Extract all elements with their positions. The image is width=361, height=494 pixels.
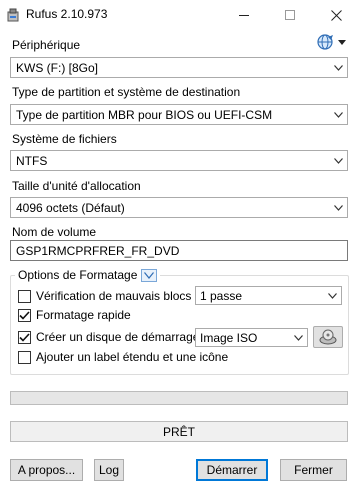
- cluster-select-value: 4096 octets (Défaut): [16, 200, 125, 215]
- partition-select-value: Type de partition MBR pour BIOS ou UEFI-…: [16, 107, 273, 122]
- globe-icon: [317, 34, 333, 50]
- boot-type-value: Image ISO: [200, 330, 258, 345]
- cluster-label: Taille d'unité d'allocation: [12, 179, 141, 193]
- bad-blocks-checkbox[interactable]: [18, 289, 31, 303]
- close-window-button[interactable]: [313, 0, 359, 30]
- progress-bar: [10, 391, 348, 405]
- maximize-icon: [285, 10, 295, 20]
- extended-label-label: Ajouter un label étendu et une icône: [36, 350, 229, 364]
- chevron-down-icon: [289, 329, 307, 346]
- bad-blocks-label: Vérification de mauvais blocs: [36, 289, 192, 303]
- filesystem-select-value: NTFS: [16, 153, 48, 168]
- chevron-down-icon: [329, 58, 347, 77]
- cluster-select[interactable]: 4096 octets (Défaut): [10, 197, 348, 218]
- bad-blocks-option[interactable]: Vérification de mauvais blocs: [18, 289, 191, 303]
- start-button[interactable]: Démarrer: [196, 459, 268, 481]
- partition-label: Type de partition et système de destinat…: [12, 85, 241, 99]
- device-select[interactable]: KWS (F:) [8Go]: [10, 57, 348, 78]
- bootable-checkbox[interactable]: [18, 330, 31, 344]
- device-label: Périphérique: [12, 38, 81, 52]
- volume-input[interactable]: GSP1RMCPRFRER_FR_DVD: [10, 240, 348, 261]
- bootable-option[interactable]: Créer un disque de démarrage: [18, 330, 199, 344]
- boot-type-select[interactable]: Image ISO: [195, 328, 308, 347]
- disc-drive-icon: [319, 329, 337, 345]
- extended-label-option[interactable]: Ajouter un label étendu et une icône: [18, 350, 228, 364]
- partition-select[interactable]: Type de partition MBR pour BIOS ou UEFI-…: [10, 104, 348, 125]
- title-bar: Rufus 2.10.973: [0, 0, 361, 30]
- maximize-button[interactable]: [267, 0, 313, 30]
- device-select-value: KWS (F:) [8Go]: [16, 60, 99, 75]
- language-button[interactable]: [316, 33, 348, 51]
- chevron-down-icon: [329, 105, 347, 124]
- minimize-button[interactable]: [221, 0, 267, 30]
- checkmark-icon: [19, 332, 30, 342]
- window-title: Rufus 2.10.973: [26, 7, 108, 21]
- status-bar: PRÊT: [10, 421, 348, 442]
- usb-drive-icon: [6, 8, 20, 22]
- chevron-down-icon: [329, 198, 347, 217]
- checkmark-icon: [19, 310, 30, 320]
- bootable-label: Créer un disque de démarrage: [36, 330, 200, 344]
- close-icon: [330, 9, 342, 21]
- quick-format-label: Formatage rapide: [36, 308, 131, 322]
- chevron-down-icon: [329, 151, 347, 170]
- about-button[interactable]: A propos...: [10, 459, 83, 481]
- format-options-title: Options de Formatage: [18, 268, 138, 282]
- format-options-header: Options de Formatage: [15, 268, 161, 282]
- rufus-window: Rufus 2.10.973 Périphérique KWS (F:) [8G…: [0, 0, 361, 494]
- extended-label-checkbox[interactable]: [18, 350, 31, 364]
- quick-format-option[interactable]: Formatage rapide: [18, 308, 131, 322]
- filesystem-label: Système de fichiers: [12, 132, 117, 146]
- quick-format-checkbox[interactable]: [18, 308, 31, 322]
- advanced-toggle-button[interactable]: [141, 268, 158, 282]
- minimize-icon: [239, 14, 249, 16]
- bad-blocks-passes-select[interactable]: 1 passe: [195, 286, 342, 305]
- log-button[interactable]: Log: [94, 459, 124, 481]
- close-button[interactable]: Fermer: [280, 459, 347, 481]
- volume-label: Nom de volume: [12, 225, 97, 239]
- chevron-down-icon: [323, 287, 341, 304]
- filesystem-select[interactable]: NTFS: [10, 150, 348, 171]
- bad-blocks-passes-value: 1 passe: [200, 288, 243, 303]
- status-text: PRÊT: [162, 424, 195, 439]
- chevron-down-icon: [338, 39, 346, 45]
- select-iso-button[interactable]: [313, 326, 343, 348]
- chevron-down-icon: [144, 271, 155, 279]
